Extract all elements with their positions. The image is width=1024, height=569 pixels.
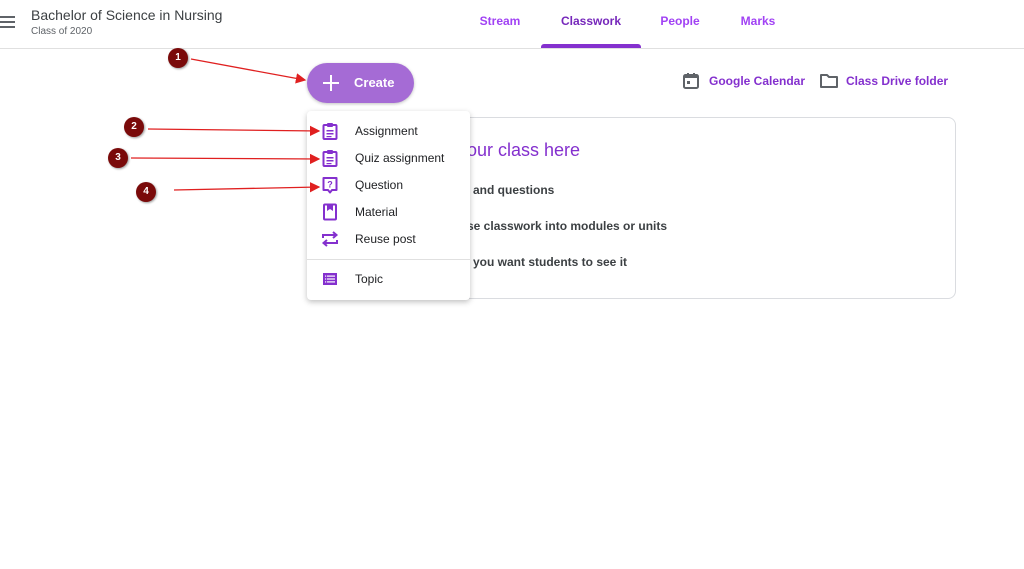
annotation-badge-4: 4 (136, 182, 156, 202)
annotation-badge-3: 3 (108, 148, 128, 168)
annotation-arrow-1 (190, 58, 307, 84)
annotation-badge-2: 2 (124, 117, 144, 137)
annotation-arrow-2 (147, 125, 321, 137)
annotation-badge-1: 1 (168, 48, 188, 68)
annotation-arrow-3 (130, 153, 321, 165)
annotation-arrows (130, 58, 321, 193)
annotation-arrow-4 (173, 181, 321, 193)
